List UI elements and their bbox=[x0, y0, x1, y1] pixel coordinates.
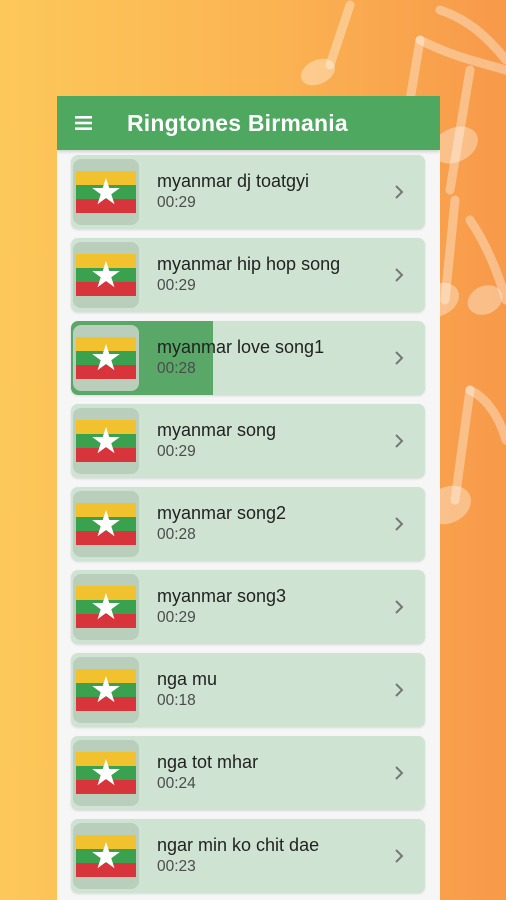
myanmar-flag-icon bbox=[76, 669, 136, 711]
ringtone-duration: 00:29 bbox=[157, 443, 196, 460]
app-title: Ringtones Birmania bbox=[127, 109, 348, 136]
ringtone-duration: 00:28 bbox=[157, 360, 196, 377]
ringtone-thumbnail bbox=[73, 325, 139, 391]
ringtone-row[interactable]: myanmar song 00:29 bbox=[71, 404, 425, 478]
ringtone-thumbnail bbox=[73, 491, 139, 557]
myanmar-flag-icon bbox=[76, 503, 136, 545]
chevron-right-icon[interactable] bbox=[393, 265, 405, 285]
ringtone-thumbnail bbox=[73, 408, 139, 474]
ringtone-thumbnail bbox=[73, 823, 139, 889]
ringtone-row[interactable]: myanmar song3 00:29 bbox=[71, 570, 425, 644]
ringtone-row[interactable]: nga mu 00:18 bbox=[71, 653, 425, 727]
ringtone-thumbnail bbox=[73, 740, 139, 806]
ringtone-row[interactable]: myanmar love song1 00:28 bbox=[71, 321, 425, 395]
chevron-right-icon[interactable] bbox=[393, 763, 405, 783]
ringtone-row[interactable]: myanmar dj toatgyi 00:29 bbox=[71, 155, 425, 229]
ringtone-thumbnail bbox=[73, 159, 139, 225]
ringtone-name: myanmar song bbox=[157, 420, 277, 440]
ringtone-duration: 00:28 bbox=[157, 526, 196, 543]
app-bar: Ringtones Birmania bbox=[57, 96, 440, 150]
menu-button[interactable] bbox=[57, 96, 111, 150]
ringtone-thumbnail bbox=[73, 574, 139, 640]
ringtone-duration: 00:18 bbox=[157, 692, 196, 709]
ringtone-thumbnail bbox=[73, 242, 139, 308]
ringtone-duration: 00:29 bbox=[157, 277, 196, 294]
myanmar-flag-icon bbox=[76, 752, 136, 794]
myanmar-flag-icon bbox=[76, 337, 136, 379]
ringtone-row[interactable]: nga tot mhar 00:24 bbox=[71, 736, 425, 810]
ringtone-duration: 00:29 bbox=[157, 609, 196, 626]
ringtone-row[interactable]: myanmar song2 00:28 bbox=[71, 487, 425, 561]
chevron-right-icon[interactable] bbox=[393, 431, 405, 451]
chevron-right-icon[interactable] bbox=[393, 182, 405, 202]
myanmar-flag-icon bbox=[76, 835, 136, 877]
chevron-right-icon[interactable] bbox=[393, 514, 405, 534]
ringtone-name: ngar min ko chit dae bbox=[157, 835, 320, 855]
myanmar-flag-icon bbox=[76, 420, 136, 462]
chevron-right-icon[interactable] bbox=[393, 348, 405, 368]
chevron-right-icon[interactable] bbox=[393, 680, 405, 700]
ringtone-name: myanmar dj toatgyi bbox=[157, 171, 310, 191]
ringtone-name: myanmar song2 bbox=[157, 503, 287, 523]
ringtone-duration: 00:24 bbox=[157, 775, 196, 792]
app-window: Ringtones Birmania myanmar dj toatgyi 00… bbox=[57, 96, 440, 900]
ringtone-row[interactable]: ngar min ko chit dae 00:23 bbox=[71, 819, 425, 893]
myanmar-flag-icon bbox=[76, 254, 136, 296]
ringtone-name: myanmar hip hop song bbox=[157, 254, 341, 274]
ringtone-thumbnail bbox=[73, 657, 139, 723]
chevron-right-icon[interactable] bbox=[393, 846, 405, 866]
chevron-right-icon[interactable] bbox=[393, 597, 405, 617]
ringtone-duration: 00:23 bbox=[157, 858, 196, 875]
ringtone-name: nga tot mhar bbox=[157, 752, 259, 772]
ringtone-row[interactable]: myanmar hip hop song 00:29 bbox=[71, 238, 425, 312]
ringtone-name: myanmar love song1 bbox=[157, 337, 325, 357]
ringtone-name: myanmar song3 bbox=[157, 586, 287, 606]
hamburger-icon bbox=[75, 116, 92, 130]
myanmar-flag-icon bbox=[76, 171, 136, 213]
myanmar-flag-icon bbox=[76, 586, 136, 628]
ringtone-duration: 00:29 bbox=[157, 194, 196, 211]
ringtone-name: nga mu bbox=[157, 669, 218, 689]
